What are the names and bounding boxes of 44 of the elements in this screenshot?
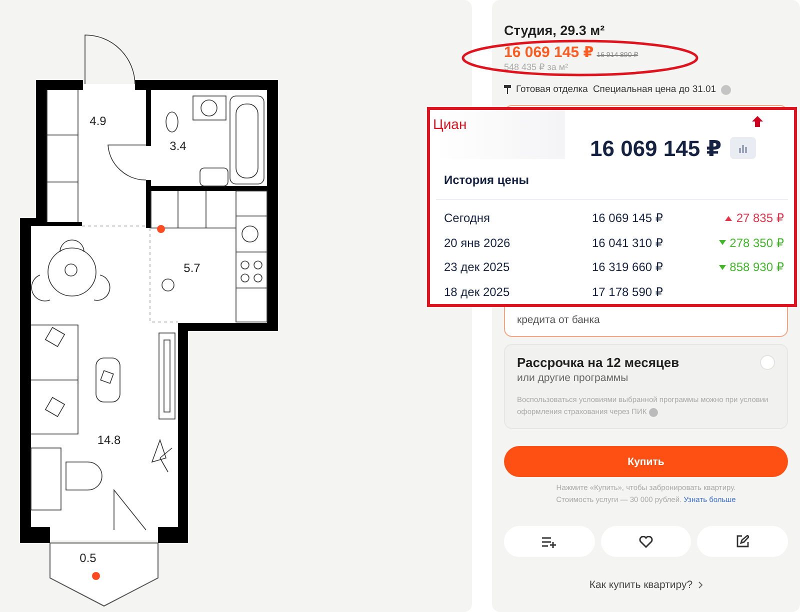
option-description: кредита от банка	[517, 314, 601, 326]
history-price: 16 069 145 ₽	[592, 211, 664, 226]
option-title: Рассрочка на 12 месяцев	[517, 355, 680, 370]
room-area-label: 14.8	[97, 433, 121, 447]
tag-text: Готовая отделка	[516, 84, 588, 95]
price: 16 069 145 ₽	[504, 43, 594, 61]
room-area-label: 3.4	[170, 139, 186, 153]
source-label: Циан	[433, 116, 467, 134]
option-subtitle: или другие программы	[517, 372, 630, 384]
room-area-label: 4.9	[90, 114, 106, 128]
history-date: Сегодня	[444, 211, 491, 226]
bar-chart-icon	[738, 143, 748, 154]
history-date: 23 дек 2025	[444, 260, 511, 274]
price-change: 858 930 ₽	[718, 260, 784, 274]
history-price: 17 178 590 ₽	[592, 284, 664, 299]
price-change: 278 350 ₽	[718, 236, 784, 250]
room-area-label: 0.5	[80, 551, 96, 565]
price-per-meter: 548 435 ₽ за м²	[504, 62, 570, 73]
list-plus-icon	[542, 536, 556, 548]
up-triangle-icon	[725, 216, 732, 221]
marker-icon	[92, 572, 100, 580]
down-triangle-icon	[718, 240, 726, 246]
radio-button[interactable]	[760, 355, 775, 370]
current-price: 16 069 145 ₽	[590, 136, 722, 162]
popup-title: История цены	[443, 172, 530, 190]
heart-icon	[639, 536, 653, 548]
history-price: 16 041 310 ₽	[592, 236, 664, 250]
edit-icon	[736, 535, 750, 548]
apartment-title: Студия, 29.3 м²	[504, 22, 606, 40]
history-date: 18 дек 2025	[444, 284, 511, 299]
favorite-button[interactable]	[600, 526, 692, 557]
down-triangle-icon	[718, 264, 726, 270]
history-date: 20 янв 2026	[444, 236, 512, 250]
marker-icon	[157, 225, 165, 233]
edit-button[interactable]	[697, 526, 788, 557]
history-price: 16 319 660 ₽	[592, 260, 664, 274]
compare-button[interactable]	[504, 526, 595, 557]
roller-icon	[504, 85, 511, 94]
chevron-right-icon	[698, 581, 703, 589]
price-change: 27 835 ₽	[725, 211, 784, 226]
how-to-buy-link[interactable]: Как купить квартиру?	[589, 579, 703, 591]
room-area-label: 5.7	[184, 261, 200, 275]
chart-button[interactable]	[730, 137, 756, 160]
tag-text: Специальная цена до 31.01	[592, 84, 716, 95]
